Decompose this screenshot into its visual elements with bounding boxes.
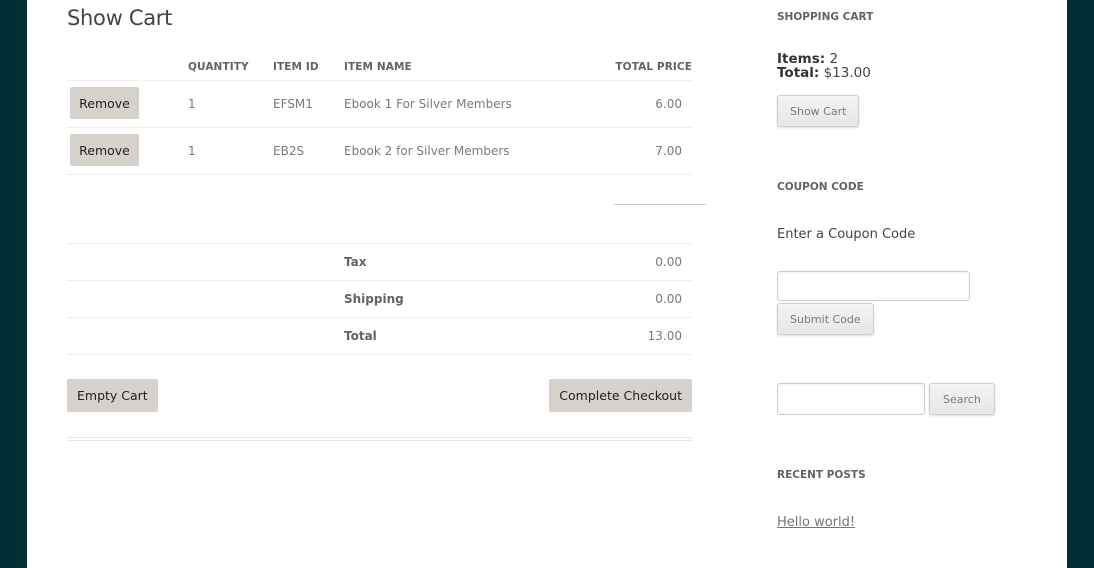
- shipping-label: Shipping: [344, 292, 404, 306]
- divider: [67, 127, 692, 128]
- tax-label: Tax: [344, 255, 367, 269]
- coupon-prompt: Enter a Coupon Code: [777, 227, 916, 242]
- total-label: Total: [344, 329, 377, 343]
- divider: [67, 280, 692, 281]
- tax-value: 0.00: [655, 255, 682, 269]
- header-item-id: ITEM ID: [273, 61, 319, 73]
- divider: [67, 80, 692, 81]
- header-item-name: ITEM NAME: [344, 61, 412, 73]
- coupon-code-input[interactable]: [777, 271, 970, 301]
- divider: [67, 354, 692, 355]
- divider: [67, 437, 692, 438]
- divider: [67, 243, 692, 244]
- item-id-cell: EB2S: [273, 144, 305, 158]
- subtotal-divider: [614, 204, 706, 205]
- submit-code-button[interactable]: Submit Code: [777, 303, 874, 335]
- empty-cart-button[interactable]: Empty Cart: [67, 379, 158, 412]
- header-total-price: TOTAL PRICE: [615, 61, 692, 73]
- shipping-value: 0.00: [655, 292, 682, 306]
- divider: [67, 440, 692, 441]
- quantity-cell: 1: [188, 97, 196, 111]
- search-input[interactable]: [777, 383, 925, 415]
- cart-summary: Items: 2 Total: $13.00: [777, 52, 871, 80]
- item-name-cell: Ebook 1 For Silver Members: [344, 97, 512, 111]
- complete-checkout-button[interactable]: Complete Checkout: [549, 379, 692, 412]
- total-amount: $13.00: [823, 65, 871, 81]
- remove-button[interactable]: Remove: [70, 134, 139, 166]
- widget-title: SHOPPING CART: [777, 11, 874, 23]
- quantity-cell: 1: [188, 144, 196, 158]
- page-title: Show Cart: [67, 6, 173, 30]
- divider: [67, 174, 692, 175]
- widget-title: RECENT POSTS: [777, 469, 866, 481]
- search-button[interactable]: Search: [929, 383, 995, 415]
- total-label: Total:: [777, 65, 820, 81]
- remove-button[interactable]: Remove: [70, 87, 139, 119]
- page: Show Cart QUANTITY ITEM ID ITEM NAME TOT…: [27, 0, 1067, 568]
- total-price-cell: 6.00: [655, 97, 682, 111]
- post-link[interactable]: Hello world!: [777, 515, 855, 530]
- item-name-cell: Ebook 2 for Silver Members: [344, 144, 510, 158]
- show-cart-button[interactable]: Show Cart: [777, 95, 860, 127]
- item-id-cell: EFSM1: [273, 97, 313, 111]
- header-quantity: QUANTITY: [188, 61, 249, 73]
- widget-title: COUPON CODE: [777, 181, 864, 193]
- total-price-cell: 7.00: [655, 144, 682, 158]
- total-value: 13.00: [647, 329, 682, 343]
- divider: [67, 317, 692, 318]
